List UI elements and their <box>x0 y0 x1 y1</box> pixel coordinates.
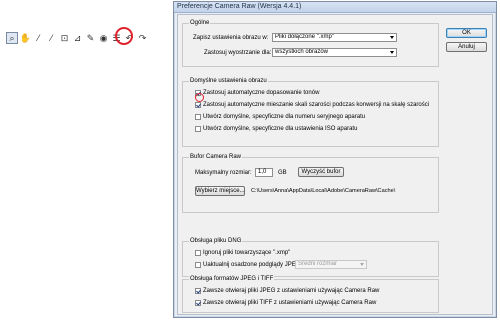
iso-defaults-option[interactable]: Utwórz domyślne, specyficzne dla ustawie… <box>195 125 357 133</box>
open-jpeg-option[interactable]: Zawsze otwieraj pliki JPEG z ustawieniam… <box>195 287 379 295</box>
size-unit-label: GB <box>278 170 287 176</box>
dng-title: Obsługa pliku DNG <box>189 237 243 245</box>
cancel-button[interactable]: Anuluj <box>446 42 487 52</box>
save-settings-select[interactable]: Pliki dołączone ".xmp" <box>272 33 397 42</box>
max-size-label: Maksymalny rozmiar: <box>195 170 252 176</box>
chevron-down-icon <box>360 263 364 266</box>
open-tiff-checkbox[interactable] <box>195 300 201 306</box>
preferences-dialog: Preferencje Camera Raw (Wersja 4.4.1) Og… <box>173 1 497 318</box>
defaults-title: Domyślne ustawienia obrazu <box>189 77 268 85</box>
max-size-input[interactable]: 1,0 <box>255 168 273 177</box>
ignore-xmp-checkbox[interactable] <box>195 250 201 256</box>
defaults-group: Domyślne ustawienia obrazu Zastosuj auto… <box>182 77 439 147</box>
auto-grayscale-checkbox[interactable] <box>195 102 201 108</box>
dialog-title: Preferencje Camera Raw (Wersja 4.4.1) <box>174 2 496 13</box>
purge-cache-button[interactable]: Wyczyść bufor <box>298 167 344 177</box>
highlight-circle-preferences <box>115 27 133 45</box>
cache-path: C:\Users\Anna\AppData\Local\Adobe\Camera… <box>251 188 396 194</box>
chevron-down-icon <box>390 51 394 54</box>
open-tiff-option[interactable]: Zawsze otwieraj pliki TIFF z ustawieniam… <box>195 299 376 307</box>
open-jpeg-checkbox[interactable] <box>195 288 201 294</box>
serial-defaults-checkbox[interactable] <box>195 114 201 120</box>
rotate-right-icon[interactable]: ↷ <box>137 33 148 44</box>
highlight-circle-checkbox <box>195 93 204 102</box>
retouch-tool-icon[interactable]: ✎ <box>85 33 96 44</box>
camera-raw-toolbar: ⌕ ✋ ⁄ ⁄ ⊡ ⊿ ✎ ◉ ☰ ↶ ↷ <box>6 30 158 46</box>
sharpen-select[interactable]: wszystkich obrazów <box>272 48 397 57</box>
jpeg-tiff-group: Obsługa formatów JPEG i TIFF Zawsze otwi… <box>182 275 439 313</box>
ok-button[interactable]: OK <box>446 28 487 38</box>
dialog-client: Ogólne Zapisz ustawienia obrazu w: Pliki… <box>177 14 493 315</box>
zoom-tool-icon[interactable]: ⌕ <box>6 32 18 44</box>
straighten-tool-icon[interactable]: ⊿ <box>72 33 83 44</box>
preview-size-select[interactable]: Średni rozmiar <box>295 260 367 269</box>
red-eye-tool-icon[interactable]: ◉ <box>98 33 109 44</box>
cache-title: Bufor Camera Raw <box>189 153 243 161</box>
general-group: Ogólne Zapisz ustawienia obrazu w: Pliki… <box>182 19 439 67</box>
cache-group: Bufor Camera Raw Maksymalny rozmiar: 1,0… <box>182 153 439 213</box>
ignore-xmp-option[interactable]: Ignoruj pliki towarzyszące ".xmp" <box>195 249 290 257</box>
dng-group: Obsługa pliku DNG Ignoruj pliki towarzys… <box>182 237 439 277</box>
auto-tone-option[interactable]: Zastosuj automatyczne dopasowanie tonów <box>195 89 319 97</box>
white-balance-tool-icon[interactable]: ⁄ <box>33 33 44 44</box>
select-location-button[interactable]: Wybierz miejsce... <box>195 186 245 196</box>
auto-grayscale-option[interactable]: Zastosuj automatyczne mieszanie skali sz… <box>195 101 429 109</box>
update-previews-checkbox[interactable] <box>195 262 201 268</box>
general-title: Ogólne <box>189 19 211 27</box>
serial-defaults-option[interactable]: Utwórz domyślne, specyficzne dla numeru … <box>195 113 365 121</box>
save-settings-label: Zapisz ustawienia obrazu w: <box>193 35 269 41</box>
jpeg-tiff-title: Obsługa formatów JPEG i TIFF <box>189 275 275 283</box>
update-previews-option[interactable]: Uaktualnij osadzone podglądy JPEG: <box>195 261 302 269</box>
hand-tool-icon[interactable]: ✋ <box>20 33 31 44</box>
sharpen-label: Zastosuj wyostrzanie dla: <box>204 50 272 56</box>
crop-tool-icon[interactable]: ⊡ <box>59 33 70 44</box>
iso-defaults-checkbox[interactable] <box>195 126 201 132</box>
chevron-down-icon <box>390 36 394 39</box>
color-sampler-tool-icon[interactable]: ⁄ <box>46 33 57 44</box>
